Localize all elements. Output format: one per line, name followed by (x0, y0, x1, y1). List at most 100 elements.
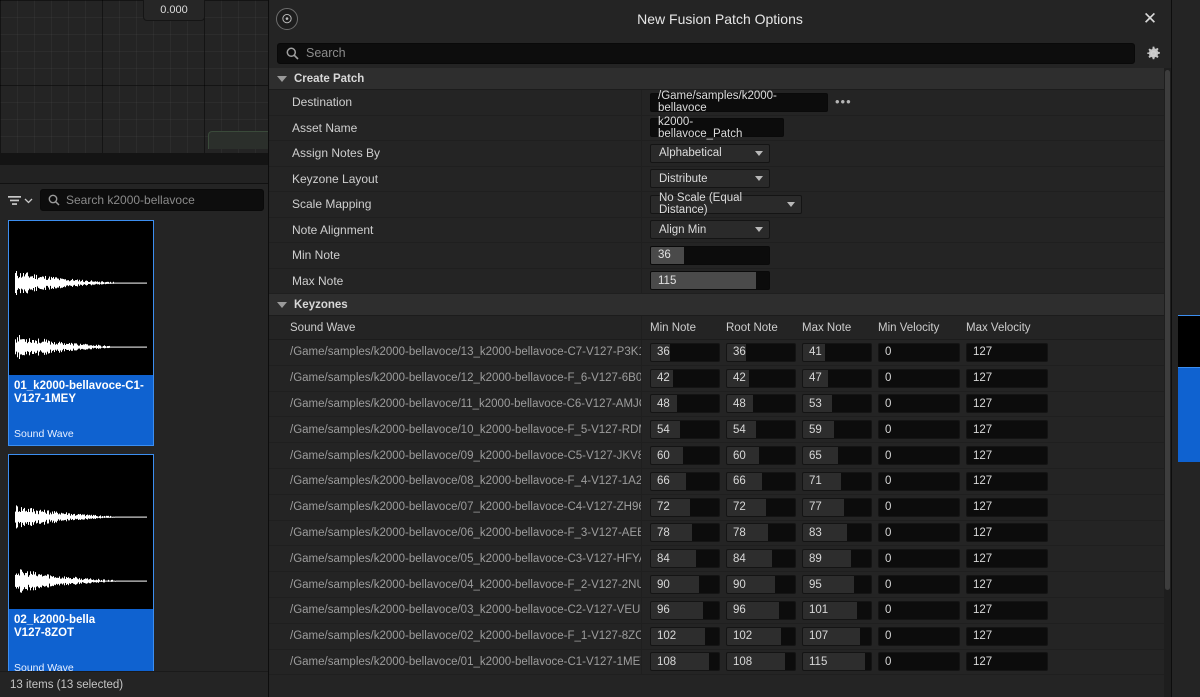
keyzone-min-velocity-input[interactable]: 0 (878, 342, 960, 362)
filters-button[interactable] (4, 192, 36, 209)
keyzone-max-note-input[interactable]: 89 (802, 549, 872, 569)
keyzone-sound-wave-path[interactable]: /Game/samples/k2000-bellavoce/09_k2000-b… (269, 450, 641, 462)
assign-notes-by-dropdown[interactable]: Alphabetical (650, 143, 770, 163)
note-alignment-dropdown[interactable]: Align Min (650, 220, 770, 240)
keyzone-max-velocity-input[interactable]: 127 (966, 420, 1048, 440)
keyzone-min-velocity-input[interactable]: 0 (878, 575, 960, 595)
keyzone-max-velocity-input[interactable]: 127 (966, 575, 1048, 595)
keyzone-layout-dropdown[interactable]: Distribute (650, 169, 770, 189)
keyzone-min-note-input[interactable]: 84 (650, 549, 720, 569)
keyzone-sound-wave-path[interactable]: /Game/samples/k2000-bellavoce/05_k2000-b… (269, 553, 641, 565)
dialog-titlebar[interactable]: ☉ New Fusion Patch Options ✕ (269, 0, 1171, 38)
keyzone-root-note-input[interactable]: 60 (726, 446, 796, 466)
keyzone-max-velocity-input[interactable]: 127 (966, 368, 1048, 388)
keyzone-root-note-input[interactable]: 102 (726, 626, 796, 646)
keyzone-max-note-input[interactable]: 47 (802, 368, 872, 388)
keyzone-root-note-input[interactable]: 54 (726, 420, 796, 440)
column-header-min-note[interactable]: Min Note (641, 322, 717, 334)
keyzone-min-note-input[interactable]: 60 (650, 446, 720, 466)
keyzone-root-note-input[interactable]: 48 (726, 394, 796, 414)
keyzone-min-velocity-input[interactable]: 0 (878, 549, 960, 569)
keyzone-min-velocity-input[interactable]: 0 (878, 446, 960, 466)
keyzone-min-velocity-input[interactable]: 0 (878, 652, 960, 672)
keyzone-max-velocity-input[interactable]: 127 (966, 652, 1048, 672)
keyzone-min-note-input[interactable]: 42 (650, 368, 720, 388)
column-header-max-note[interactable]: Max Note (793, 322, 869, 334)
keyzone-min-note-input[interactable]: 78 (650, 523, 720, 543)
keyzone-max-velocity-input[interactable]: 127 (966, 626, 1048, 646)
keyzone-max-note-input[interactable]: 95 (802, 575, 872, 595)
keyzone-sound-wave-path[interactable]: /Game/samples/k2000-bellavoce/07_k2000-b… (269, 501, 641, 513)
asset-tile-partial[interactable] (1178, 367, 1200, 462)
keyzone-sound-wave-path[interactable]: /Game/samples/k2000-bellavoce/10_k2000-b… (269, 424, 641, 436)
keyzone-max-velocity-input[interactable]: 127 (966, 446, 1048, 466)
section-create-patch[interactable]: Create Patch (269, 68, 1171, 90)
dialog-scrollbar[interactable] (1164, 68, 1171, 697)
keyzone-max-velocity-input[interactable]: 127 (966, 497, 1048, 517)
keyzone-sound-wave-path[interactable]: /Game/samples/k2000-bellavoce/01_k2000-b… (269, 656, 641, 668)
scale-mapping-dropdown[interactable]: No Scale (Equal Distance) (650, 192, 802, 216)
keyzone-sound-wave-path[interactable]: /Game/samples/k2000-bellavoce/13_k2000-b… (269, 346, 641, 358)
keyzone-max-note-input[interactable]: 115 (802, 652, 872, 672)
keyzone-sound-wave-path[interactable]: /Game/samples/k2000-bellavoce/03_k2000-b… (269, 604, 641, 616)
keyzone-min-velocity-input[interactable]: 0 (878, 368, 960, 388)
keyzone-max-velocity-input[interactable]: 127 (966, 549, 1048, 569)
keyzone-min-note-input[interactable]: 102 (650, 626, 720, 646)
keyzone-root-note-input[interactable]: 90 (726, 575, 796, 595)
keyzone-min-note-input[interactable]: 66 (650, 471, 720, 491)
keyzone-root-note-input[interactable]: 84 (726, 549, 796, 569)
keyzone-max-note-input[interactable]: 65 (802, 446, 872, 466)
keyzone-max-velocity-input[interactable]: 127 (966, 394, 1048, 414)
keyzone-sound-wave-path[interactable]: /Game/samples/k2000-bellavoce/11_k2000-b… (269, 398, 641, 410)
keyzone-min-note-input[interactable]: 36 (650, 342, 720, 362)
keyzone-min-note-input[interactable]: 54 (650, 420, 720, 440)
keyzone-max-note-input[interactable]: 107 (802, 626, 872, 646)
min-note-slider[interactable]: 36 (650, 245, 770, 265)
close-icon[interactable]: ✕ (1139, 8, 1161, 30)
keyzone-max-velocity-input[interactable]: 127 (966, 600, 1048, 620)
keyzone-root-note-input[interactable]: 72 (726, 497, 796, 517)
max-note-slider[interactable]: 115 (650, 271, 770, 291)
keyzone-root-note-input[interactable]: 36 (726, 342, 796, 362)
destination-input[interactable]: /Game/samples/k2000-bellavoce (650, 90, 828, 114)
keyzone-min-velocity-input[interactable]: 0 (878, 523, 960, 543)
keyzone-max-note-input[interactable]: 41 (802, 342, 872, 362)
keyzone-sound-wave-path[interactable]: /Game/samples/k2000-bellavoce/04_k2000-b… (269, 579, 641, 591)
asset-tile[interactable]: 02_k2000-bella V127-8ZOT Sound Wave (8, 454, 154, 672)
keyzone-min-velocity-input[interactable]: 0 (878, 471, 960, 491)
settings-button[interactable] (1143, 43, 1163, 63)
keyzone-max-note-input[interactable]: 53 (802, 394, 872, 414)
keyzone-max-note-input[interactable]: 77 (802, 497, 872, 517)
column-header-min-velocity[interactable]: Min Velocity (869, 322, 957, 334)
content-browser-search[interactable]: Search k2000-bellavoce (40, 189, 264, 211)
keyzone-min-velocity-input[interactable]: 0 (878, 420, 960, 440)
keyzone-min-velocity-input[interactable]: 0 (878, 626, 960, 646)
keyzone-min-velocity-input[interactable]: 0 (878, 394, 960, 414)
keyzone-root-note-input[interactable]: 66 (726, 471, 796, 491)
asset-name-input[interactable]: k2000-bellavoce_Patch (650, 116, 784, 140)
column-header-sound-wave[interactable]: Sound Wave (269, 322, 641, 334)
keyzone-min-note-input[interactable]: 108 (650, 652, 720, 672)
keyzone-max-note-input[interactable]: 59 (802, 420, 872, 440)
browse-button[interactable]: ••• (835, 95, 852, 108)
keyzone-sound-wave-path[interactable]: /Game/samples/k2000-bellavoce/12_k2000-b… (269, 372, 641, 384)
dialog-search-input[interactable]: Search (277, 42, 1135, 64)
keyzone-max-note-input[interactable]: 71 (802, 471, 872, 491)
keyzone-sound-wave-path[interactable]: /Game/samples/k2000-bellavoce/08_k2000-b… (269, 475, 641, 487)
section-keyzones[interactable]: Keyzones (269, 294, 1171, 316)
dialog-scrollbar-thumb[interactable] (1165, 70, 1170, 590)
keyzone-root-note-input[interactable]: 78 (726, 523, 796, 543)
keyzone-max-velocity-input[interactable]: 127 (966, 342, 1048, 362)
keyzone-min-note-input[interactable]: 90 (650, 575, 720, 595)
keyzone-max-note-input[interactable]: 101 (802, 600, 872, 620)
keyzone-root-note-input[interactable]: 108 (726, 652, 796, 672)
column-header-max-velocity[interactable]: Max Velocity (957, 322, 1045, 334)
keyzone-min-velocity-input[interactable]: 0 (878, 497, 960, 517)
keyzone-sound-wave-path[interactable]: /Game/samples/k2000-bellavoce/02_k2000-b… (269, 630, 641, 642)
keyzone-min-note-input[interactable]: 48 (650, 394, 720, 414)
keyzone-max-velocity-input[interactable]: 127 (966, 523, 1048, 543)
keyzone-min-note-input[interactable]: 72 (650, 497, 720, 517)
column-header-root-note[interactable]: Root Note (717, 322, 793, 334)
keyzone-sound-wave-path[interactable]: /Game/samples/k2000-bellavoce/06_k2000-b… (269, 527, 641, 539)
keyzone-root-note-input[interactable]: 96 (726, 600, 796, 620)
